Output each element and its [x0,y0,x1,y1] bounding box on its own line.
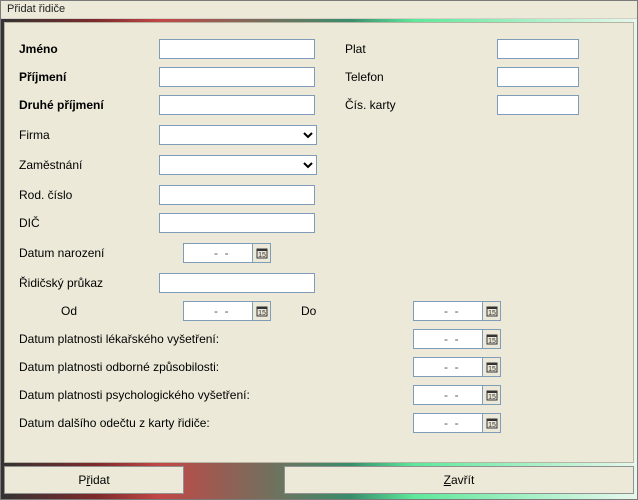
input-druhe-prijmeni[interactable] [159,95,315,115]
label-zamestnani: Zaměstnání [19,158,159,172]
input-dic[interactable] [159,213,315,233]
calendar-icon[interactable]: 15 [482,330,500,348]
svg-text:15: 15 [258,310,266,317]
button-bar: Přidat Zavřít [4,466,634,496]
date-od: 15 [183,301,271,321]
label-odborne: Datum platnosti odborné způsobilosti: [19,360,359,374]
calendar-icon[interactable]: 15 [482,386,500,404]
label-cis-karty: Čís. karty [345,98,425,112]
label-ridicsky-prukaz: Řidičský průkaz [19,276,159,290]
input-jmeno[interactable] [159,39,315,59]
svg-text:15: 15 [258,252,266,259]
calendar-icon[interactable]: 15 [482,414,500,432]
label-plat: Plat [345,42,425,56]
date-do: 15 [413,301,501,321]
form-panel: Jméno Plat Příjmení Telefon Druhé příjme… [4,22,634,463]
label-odectu: Datum dalšího odečtu z karty řidiče: [19,416,359,430]
date-psych: 15 [413,385,501,405]
svg-text:15: 15 [488,310,496,317]
input-plat[interactable] [497,39,579,59]
svg-text:15: 15 [488,394,496,401]
input-ridicsky-prukaz[interactable] [159,273,315,293]
label-psych: Datum platnosti psychologického vyšetřen… [19,388,359,402]
input-lekarske[interactable] [414,330,482,348]
input-odborne[interactable] [414,358,482,376]
window-title: Přidat řidiče [1,1,637,19]
label-datum-narozeni: Datum narození [19,246,159,260]
input-rod-cislo[interactable] [159,185,315,205]
close-button[interactable]: Zavřít [284,466,634,494]
svg-text:15: 15 [488,366,496,373]
input-od[interactable] [184,302,252,320]
calendar-icon[interactable]: 15 [252,244,270,262]
label-od: Od [19,304,159,318]
svg-text:15: 15 [488,338,496,345]
calendar-icon[interactable]: 15 [482,358,500,376]
input-datum-narozeni[interactable] [184,244,252,262]
input-telefon[interactable] [497,67,579,87]
input-prijmeni[interactable] [159,67,315,87]
label-druhe-prijmeni: Druhé příjmení [19,98,159,112]
add-button[interactable]: Přidat [4,466,184,494]
input-cis-karty[interactable] [497,95,579,115]
svg-text:15: 15 [488,422,496,429]
dialog-window: Přidat řidiče Jméno Plat Příjmení Telefo… [0,0,638,500]
label-telefon: Telefon [345,70,425,84]
label-firma: Firma [19,128,159,142]
label-do: Do [301,304,351,318]
date-datum-narozeni: 15 [183,243,271,263]
window-body: Jméno Plat Příjmení Telefon Druhé příjme… [1,19,637,499]
label-jmeno: Jméno [19,42,159,56]
select-firma[interactable] [159,125,317,145]
label-dic: DIČ [19,216,159,230]
select-zamestnani[interactable] [159,155,317,175]
label-lekarske: Datum platnosti lékařského vyšetření: [19,332,359,346]
label-prijmeni: Příjmení [19,70,159,84]
input-odectu[interactable] [414,414,482,432]
input-do[interactable] [414,302,482,320]
label-rod-cislo: Rod. číslo [19,188,159,202]
calendar-icon[interactable]: 15 [252,302,270,320]
date-odectu: 15 [413,413,501,433]
calendar-icon[interactable]: 15 [482,302,500,320]
input-psych[interactable] [414,386,482,404]
date-lekarske: 15 [413,329,501,349]
date-odborne: 15 [413,357,501,377]
